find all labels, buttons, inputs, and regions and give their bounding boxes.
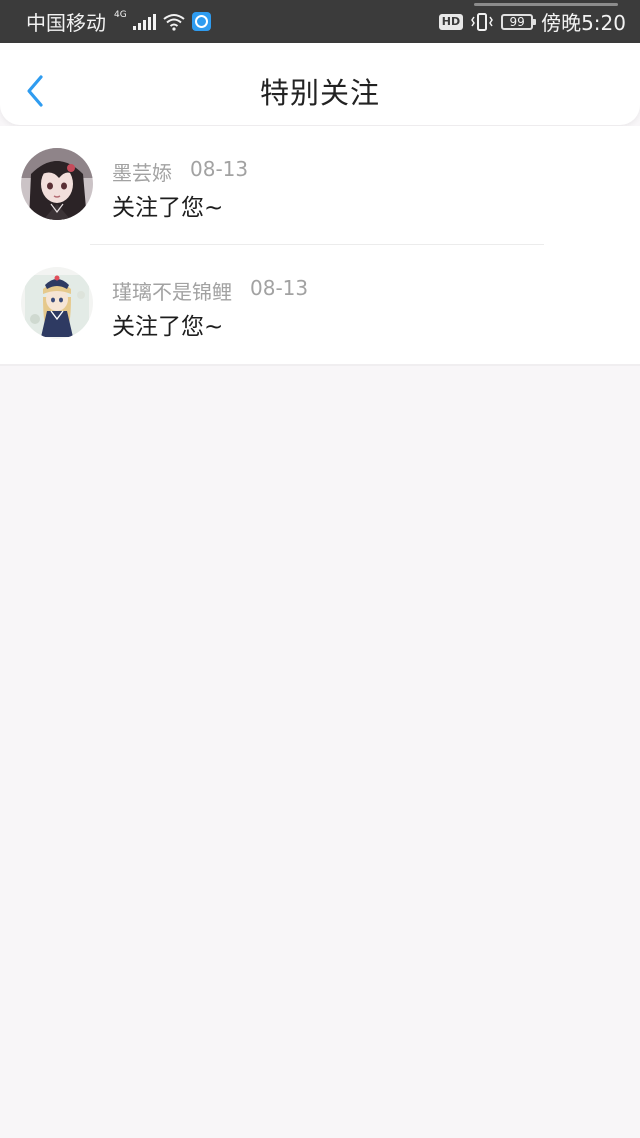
item-date: 08-13 <box>190 157 249 181</box>
battery-icon: 99 <box>501 13 537 30</box>
hd-badge: HD <box>438 13 464 30</box>
app-notification-icon <box>191 12 211 31</box>
item-message: 关注了您~ <box>112 195 224 221</box>
item-meta: 墨芸婖 08-13 <box>112 157 248 186</box>
page-title: 特别关注 <box>259 76 380 110</box>
wifi-icon <box>163 13 185 31</box>
screen: 中国移动 4G HD 99 傍晚5:20 特别关注 墨芸婖 08-13 关注了您… <box>0 0 640 1138</box>
carrier-label: 中国移动 <box>26 11 106 35</box>
status-bar: 中国移动 4G HD 99 傍晚5:20 <box>0 0 640 43</box>
status-bar-left: 中国移动 4G <box>26 7 211 36</box>
list-item[interactable]: 瑾璃不是锦鲤 08-13 关注了您~ <box>0 245 640 364</box>
list-item[interactable]: 墨芸婖 08-13 关注了您~ <box>0 126 640 245</box>
clock: 傍晚5:20 <box>541 11 626 35</box>
notification-list: 墨芸婖 08-13 关注了您~ 瑾璃不是锦鲤 08-13 关注了您~ <box>0 126 640 366</box>
vibrate-icon <box>471 12 493 31</box>
user-name[interactable]: 墨芸婖 <box>112 157 172 186</box>
list-bottom-edge <box>0 364 640 366</box>
battery-level: 99 <box>509 14 525 29</box>
status-bar-indicator-line <box>474 3 618 6</box>
item-date: 08-13 <box>250 276 309 300</box>
avatar[interactable] <box>21 267 93 339</box>
page-header: 特别关注 <box>0 43 640 125</box>
status-bar-right: HD 99 傍晚5:20 <box>438 7 626 36</box>
avatar[interactable] <box>21 148 93 220</box>
network-type-label: 4G <box>114 9 127 20</box>
item-message: 关注了您~ <box>112 314 224 340</box>
signal-icon <box>132 13 156 30</box>
user-name[interactable]: 瑾璃不是锦鲤 <box>112 276 232 305</box>
item-meta: 瑾璃不是锦鲤 08-13 <box>112 276 308 305</box>
